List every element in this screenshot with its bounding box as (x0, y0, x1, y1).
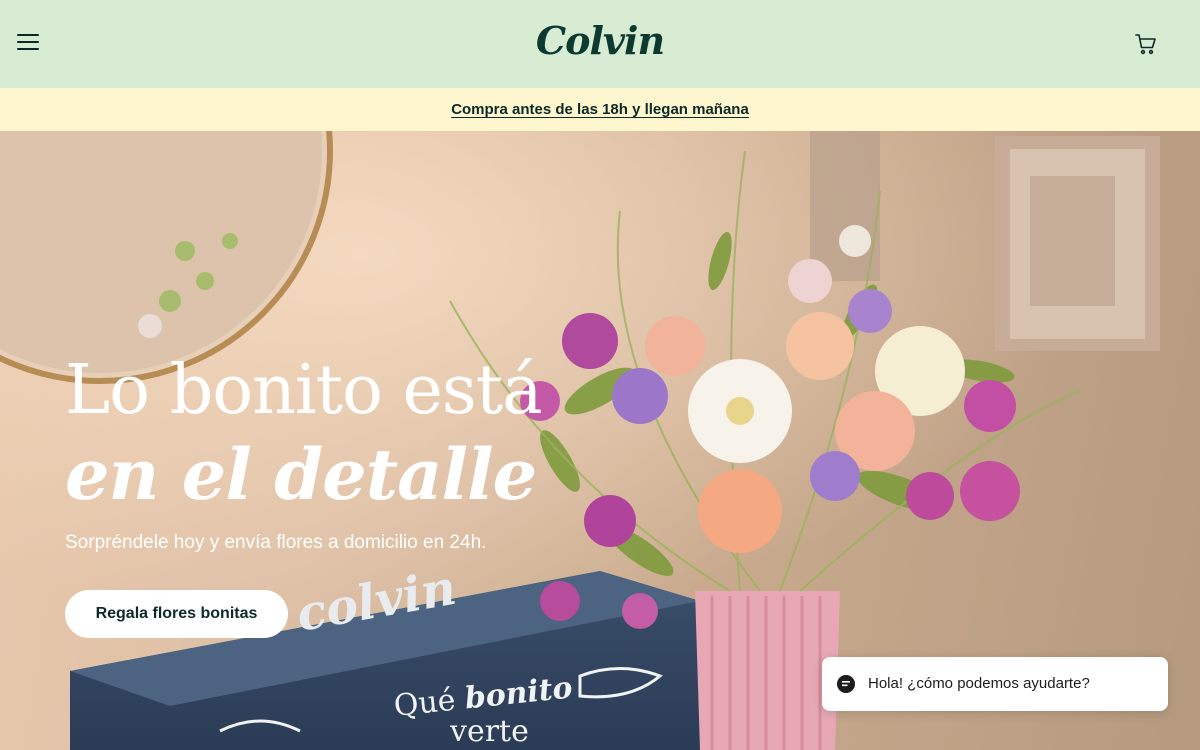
promo-link[interactable]: Compra antes de las 18h y llegan mañana (451, 101, 749, 118)
chat-bubble-icon (837, 675, 855, 693)
site-logo[interactable]: Colvin (0, 18, 1200, 63)
box-text-regular: Qué (392, 683, 457, 724)
shopping-cart-icon[interactable] (1134, 32, 1158, 56)
chat-widget[interactable]: Hola! ¿cómo podemos ayudarte? (822, 657, 1168, 711)
hero-title-line1: Lo bonito está (65, 351, 543, 430)
promo-bar: Compra antes de las 18h y llegan mañana (0, 88, 1200, 131)
box-text-line2: verte (449, 714, 529, 749)
hero-title: Lo bonito está en el detalle (65, 349, 543, 517)
site-header: Colvin (0, 0, 1200, 88)
chat-greeting: Hola! ¿cómo podemos ayudarte? (868, 675, 1090, 692)
hero-title-line2: en el detalle (65, 433, 537, 516)
cta-button[interactable]: Regala flores bonitas (65, 590, 288, 638)
hero-subtitle: Sorpréndele hoy y envía flores a domicil… (65, 532, 487, 553)
